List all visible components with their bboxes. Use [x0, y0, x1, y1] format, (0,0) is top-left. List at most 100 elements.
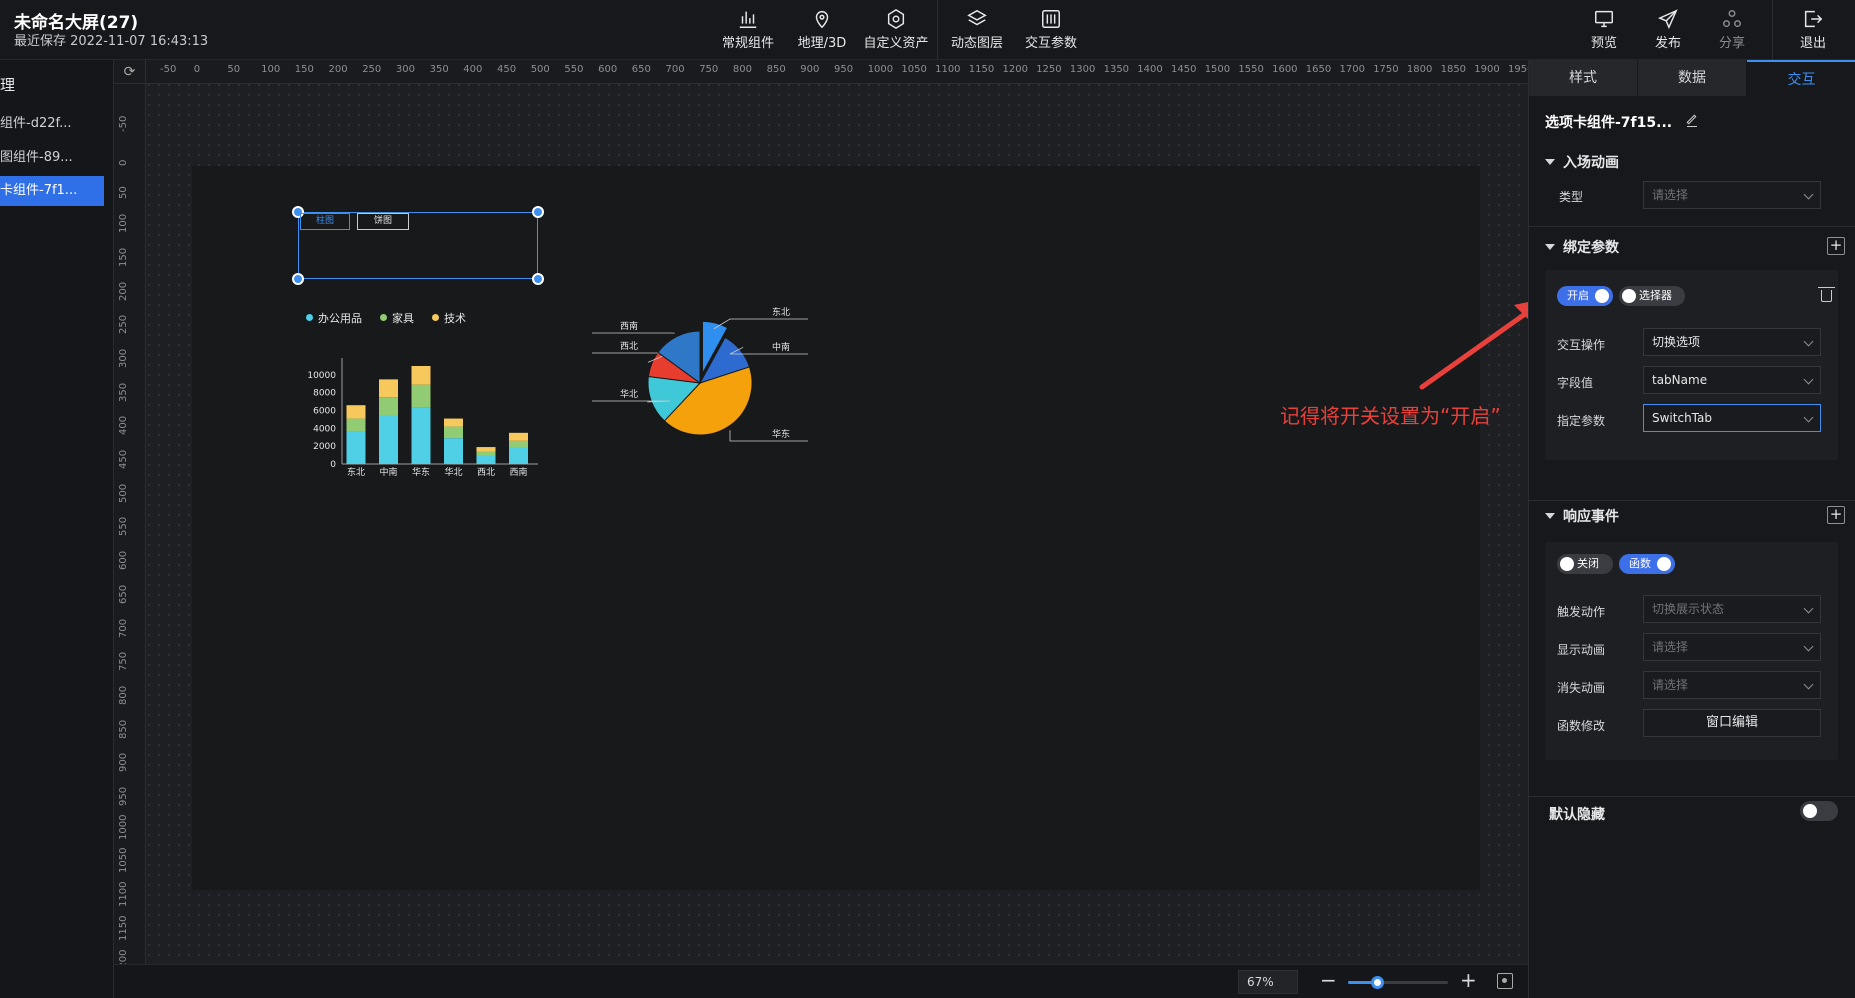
ruler-tick-label: 100 — [261, 64, 281, 75]
component-name: 选项卡组件-7f15... — [1545, 112, 1697, 132]
select-value: 请选择 — [1652, 640, 1689, 654]
refresh-icon[interactable]: ⟳ — [114, 60, 146, 84]
entry-animation-section[interactable]: 入场动画 — [1545, 152, 1619, 172]
ruler-tick-label: 50 — [227, 64, 241, 75]
horizontal-ruler: -50 0 50 100 150 200 250 300 350 400 450 500 550 600 6… — [146, 60, 1533, 84]
tab-interaction[interactable]: 交互 — [1747, 60, 1855, 96]
tab-bar-chart[interactable]: 柱图 — [300, 213, 350, 230]
add-event-button[interactable]: + — [1827, 506, 1845, 524]
toggle-label: 选择器 — [1639, 289, 1672, 302]
ruler-tick-label: 350 — [429, 64, 449, 75]
collapse-triangle-icon — [1545, 244, 1555, 250]
pie-label: 华北 — [620, 388, 638, 400]
bar-segment — [444, 426, 463, 439]
exit-button[interactable]: 退出 — [1773, 6, 1853, 51]
tab-data[interactable]: 数据 — [1638, 60, 1746, 96]
layer-panel-title: 理 — [0, 76, 16, 94]
bind-params-section[interactable]: 绑定参数 — [1545, 237, 1619, 257]
zoom-value-input[interactable]: 67% — [1238, 970, 1298, 994]
layer-item[interactable]: 组件-d22f... — [0, 109, 104, 139]
close-toggle[interactable]: 关闭 — [1557, 554, 1613, 574]
bar-segment — [346, 431, 366, 464]
layers-icon — [937, 6, 1017, 32]
layer-item[interactable]: 图组件-89... — [0, 143, 104, 173]
ruler-tick-label: 700 — [665, 64, 685, 75]
field-label: 类型 — [1559, 190, 1584, 204]
ruler-tick-label: 450 — [497, 64, 517, 75]
ruler-tick-label: 300 — [118, 348, 129, 368]
ruler-tick-label: 1100 — [935, 64, 961, 75]
action-label: 退出 — [1799, 36, 1826, 51]
show-animation-select[interactable]: 请选择 — [1643, 633, 1821, 661]
field-value-select[interactable]: tabName — [1643, 366, 1821, 394]
zoom-out-button[interactable]: − — [1320, 968, 1337, 992]
ruler-tick-label: 600 — [118, 551, 129, 571]
component-name-text: 选项卡组件-7f15... — [1545, 115, 1673, 131]
resize-handle[interactable] — [292, 273, 304, 285]
ruler-tick-label: 1450 — [1171, 64, 1197, 75]
window-edit-button[interactable]: 窗口编辑 — [1643, 709, 1821, 737]
entry-type-select[interactable]: 请选择 — [1643, 181, 1821, 209]
target-param-select[interactable]: SwitchTab — [1643, 404, 1821, 432]
ruler-tick-label: 1150 — [118, 915, 129, 941]
enable-toggle[interactable]: 开启 — [1557, 286, 1613, 306]
interaction-params-button[interactable]: 交互参数 — [1011, 6, 1091, 51]
share-button[interactable]: 分享 — [1692, 6, 1772, 51]
tab-pie-chart[interactable]: 饼图 — [357, 213, 409, 230]
layer-item-active[interactable]: 卡组件-7f1... — [0, 176, 104, 206]
toggle-label: 关闭 — [1577, 557, 1599, 570]
fit-screen-icon[interactable] — [1497, 973, 1513, 989]
pie-label-line — [713, 318, 808, 330]
bar-segment — [411, 366, 431, 385]
resize-handle[interactable] — [532, 273, 544, 285]
ruler-tick-label: 800 — [732, 64, 752, 75]
bar-chart-icon — [708, 6, 788, 32]
ruler-tick-label: 450 — [118, 449, 129, 469]
ruler-tick-label: 1000 — [867, 64, 894, 75]
ruler-tick-label: 100 — [118, 214, 129, 234]
geo-3d-button[interactable]: 地理/3D — [782, 6, 862, 51]
zoom-in-button[interactable]: + — [1460, 968, 1477, 992]
select-value: 切换展示状态 — [1652, 602, 1725, 616]
legend-label: 办公用品 — [318, 312, 362, 325]
dynamic-layers-button[interactable]: 动态图层 — [937, 6, 1017, 51]
bar-segment — [379, 415, 398, 464]
hide-animation-select[interactable]: 请选择 — [1643, 671, 1821, 699]
function-toggle[interactable]: 函数 — [1619, 554, 1675, 574]
bar-segment — [509, 447, 528, 464]
action-label: 发布 — [1654, 36, 1681, 51]
y-tick-label: 8000 — [313, 389, 336, 399]
zoom-slider[interactable] — [1348, 976, 1448, 989]
x-tick-label: 西南 — [509, 466, 527, 478]
ruler-tick-label: 850 — [118, 719, 129, 739]
add-bind-param-button[interactable]: + — [1827, 237, 1845, 255]
resize-handle[interactable] — [532, 206, 544, 218]
select-value: 切换选项 — [1652, 335, 1701, 349]
zoom-slider-handle[interactable] — [1371, 976, 1384, 989]
legend-label: 技术 — [444, 312, 466, 325]
section-title: 响应事件 — [1563, 509, 1619, 525]
common-components-button[interactable]: 常规组件 — [708, 6, 788, 51]
ruler-tick-label: 1200 — [1002, 64, 1028, 75]
selector-toggle[interactable]: 选择器 — [1619, 286, 1685, 306]
bar-segment — [346, 418, 366, 432]
collapse-triangle-icon — [1545, 513, 1555, 519]
custom-assets-button[interactable]: 自定义资产 — [856, 6, 936, 51]
tab-style[interactable]: 样式 — [1529, 60, 1637, 96]
toggle-label: 函数 — [1629, 557, 1651, 570]
bar-segment — [444, 438, 463, 464]
bar-segment — [379, 379, 398, 398]
tool-label: 交互参数 — [1024, 36, 1077, 51]
ruler-tick-label: 500 — [118, 483, 129, 503]
edit-icon[interactable] — [1686, 114, 1697, 127]
y-tick-label: 6000 — [313, 407, 336, 417]
y-tick-label: 4000 — [313, 424, 336, 434]
bottom-bar — [114, 964, 1528, 998]
bar-segment — [346, 405, 366, 419]
trigger-action-select[interactable]: 切换展示状态 — [1643, 595, 1821, 623]
response-events-section[interactable]: 响应事件 — [1545, 506, 1619, 526]
default-hidden-toggle[interactable] — [1800, 801, 1838, 821]
ruler-tick-label: 250 — [118, 315, 129, 335]
interaction-action-select[interactable]: 切换选项 — [1643, 328, 1821, 356]
delete-icon[interactable] — [1818, 287, 1835, 302]
